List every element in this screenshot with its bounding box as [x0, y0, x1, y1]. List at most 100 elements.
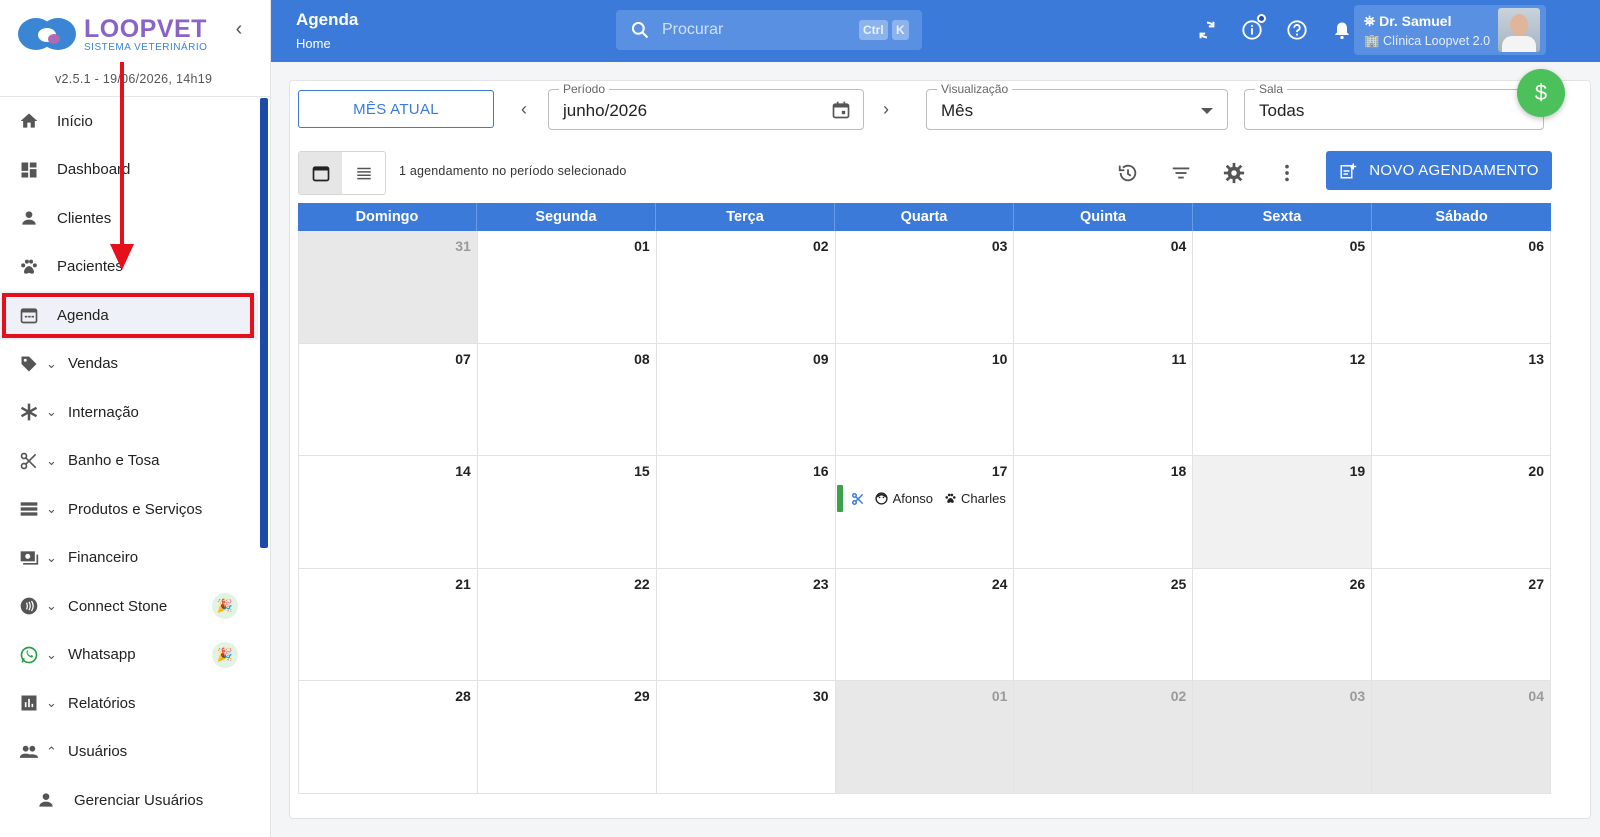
- sidebar-item-dashboard[interactable]: Dashboard: [0, 146, 258, 195]
- sidebar-item-financeiro[interactable]: ⌄ Financeiro: [0, 534, 258, 583]
- paw-icon: [18, 256, 40, 278]
- calendar-day-cell[interactable]: 13: [1372, 343, 1551, 457]
- calendar-day-cell[interactable]: 15: [477, 456, 657, 569]
- calendar-day-cell[interactable]: 10: [835, 343, 1015, 457]
- weekday-label: Quinta: [1014, 203, 1193, 231]
- user-clinic: 🏢 Clínica Loopvet 2.0: [1364, 34, 1491, 48]
- add-event-icon: [1339, 162, 1357, 180]
- calendar-day-cell[interactable]: 01: [835, 681, 1015, 794]
- calendar-day-cell[interactable]: 25: [1014, 568, 1194, 682]
- calendar-day-cell[interactable]: 29: [477, 681, 657, 794]
- calendar-day-cell[interactable]: 02: [1014, 681, 1194, 794]
- calendar-day-cell[interactable]: 03: [835, 231, 1015, 344]
- calendar-day-cell[interactable]: 11: [1014, 343, 1194, 457]
- calendar-day-cell[interactable]: 17 Afonso Charles: [835, 456, 1015, 569]
- sidebar-item-internacao[interactable]: ⌄ Internação: [0, 388, 258, 437]
- calendar-day-cell[interactable]: 05: [1193, 231, 1373, 344]
- calendar-day-cell[interactable]: 31: [299, 231, 478, 344]
- help-icon[interactable]: [1285, 18, 1309, 42]
- weekday-label: Segunda: [477, 203, 656, 231]
- logo-area: LOOPVET SISTEMA VETERINÁRIO ‹ v2.5.1 - 1…: [0, 0, 270, 97]
- day-number: 23: [812, 575, 829, 592]
- sidebar-item-connect-stone[interactable]: ⌄ Connect Stone 🎉: [0, 582, 258, 631]
- sidebar-item-produtos-e-servicos[interactable]: ⌄ Produtos e Serviços: [0, 485, 258, 534]
- sidebar-item-banho-e-tosa[interactable]: ⌄ Banho e Tosa: [0, 437, 258, 486]
- appointment-event[interactable]: Afonso Charles: [836, 485, 1008, 513]
- list-view-button[interactable]: [342, 152, 385, 194]
- sync-icon[interactable]: [1195, 18, 1219, 42]
- history-icon[interactable]: [1116, 161, 1140, 185]
- sidebar-item-clientes[interactable]: Clientes: [0, 194, 258, 243]
- day-number: 11: [1171, 350, 1187, 367]
- gear-icon[interactable]: [1222, 161, 1246, 185]
- sidebar-scrollbar[interactable]: [260, 98, 268, 548]
- sidebar-item-agenda[interactable]: Agenda: [0, 291, 258, 340]
- calendar-day-cell[interactable]: 18: [1014, 456, 1194, 569]
- current-month-button[interactable]: MÊS ATUAL: [298, 90, 494, 128]
- group-icon: [18, 741, 40, 763]
- collapse-sidebar-icon[interactable]: ‹: [228, 18, 250, 40]
- calendar-day-cell[interactable]: 22: [477, 568, 657, 682]
- sidebar-item-label: Banho e Tosa: [68, 452, 160, 470]
- calendar-day-cell[interactable]: 24: [835, 568, 1015, 682]
- calendar-day-cell[interactable]: 27: [1372, 568, 1551, 682]
- calendar-day-cell[interactable]: 26: [1193, 568, 1373, 682]
- calendar-day-cell[interactable]: 28: [299, 681, 478, 794]
- day-number: 15: [634, 463, 650, 480]
- filter-icon[interactable]: [1169, 161, 1193, 185]
- weekday-label: Terça: [656, 203, 835, 231]
- user-menu[interactable]: ⛯ Dr. Samuel 🏢 Clínica Loopvet 2.0: [1354, 5, 1546, 55]
- sidebar-subitem-gerenciar-usuarios[interactable]: Gerenciar Usuários: [0, 776, 258, 824]
- status-bar: [836, 485, 843, 513]
- calendar-day-cell[interactable]: 23: [656, 568, 836, 682]
- calendar-day-cell[interactable]: 21: [299, 568, 478, 682]
- calendar-day-cell[interactable]: 20: [1372, 456, 1551, 569]
- calendar-icon[interactable]: [831, 100, 851, 120]
- sidebar-item-usuarios[interactable]: ⌃ Usuários: [0, 728, 258, 777]
- period-field[interactable]: Período junho/2026: [548, 82, 864, 130]
- calendar-day-cell[interactable]: 01: [477, 231, 657, 344]
- calendar-day-cell[interactable]: 04: [1014, 231, 1194, 344]
- sidebar-item-whatsapp[interactable]: ⌄ Whatsapp 🎉: [0, 631, 258, 680]
- logo[interactable]: LOOPVET SISTEMA VETERINÁRIO: [18, 14, 207, 54]
- chevron-left-icon[interactable]: ‹: [514, 99, 534, 120]
- search-input[interactable]: Procurar Ctrl K: [616, 10, 922, 50]
- breadcrumb[interactable]: Home: [296, 36, 331, 51]
- financial-fab-button[interactable]: $: [1517, 69, 1565, 117]
- sidebar-item-inicio[interactable]: Início: [0, 97, 258, 146]
- period-label: Período: [559, 82, 610, 96]
- chevron-down-icon: ⌄: [46, 549, 57, 565]
- shortcut-k: K: [892, 20, 909, 40]
- calendar-day-cell[interactable]: 12: [1193, 343, 1373, 457]
- user-name: ⛯ Dr. Samuel: [1364, 13, 1452, 29]
- sidebar-item-relatorios[interactable]: ⌄ Relatórios: [0, 679, 258, 728]
- notification-dot: [1257, 14, 1266, 23]
- calendar-day-cell[interactable]: 04: [1372, 681, 1551, 794]
- calendar-day-cell[interactable]: 02: [656, 231, 836, 344]
- chevron-down-icon: ⌄: [46, 404, 57, 420]
- calendar-day-cell[interactable]: 19: [1193, 456, 1373, 569]
- calendar-day-cell[interactable]: 14: [299, 456, 478, 569]
- calendar-day-cell[interactable]: 09: [656, 343, 836, 457]
- calendar-day-cell[interactable]: 08: [477, 343, 657, 457]
- bell-icon[interactable]: [1330, 18, 1354, 42]
- weekday-label: Domingo: [298, 203, 477, 231]
- new-appointment-button[interactable]: NOVO AGENDAMENTO: [1326, 151, 1552, 190]
- sidebar-subitem-label: Gerenciar Usuários: [74, 791, 204, 809]
- agenda-card: MÊS ATUAL ‹ Período junho/2026 › Visuali…: [289, 69, 1591, 819]
- calendar-day-cell[interactable]: 06: [1372, 231, 1551, 344]
- room-label: Sala: [1255, 82, 1288, 96]
- info-icon[interactable]: [1240, 14, 1266, 42]
- calendar-day-cell[interactable]: 07: [299, 343, 478, 457]
- calendar-day-cell[interactable]: 30: [656, 681, 836, 794]
- chevron-right-icon[interactable]: ›: [876, 99, 896, 120]
- view-select[interactable]: Visualização Mês: [926, 82, 1228, 130]
- calendar-day-cell[interactable]: 16: [656, 456, 836, 569]
- more-vert-icon[interactable]: [1275, 161, 1299, 185]
- room-select[interactable]: Sala Todas: [1244, 82, 1544, 130]
- calendar-view-button[interactable]: [299, 152, 342, 194]
- calendar-day-cell[interactable]: 03: [1193, 681, 1373, 794]
- chevron-up-icon: ⌃: [46, 743, 57, 759]
- sidebar-item-vendas[interactable]: ⌄ Vendas: [0, 340, 258, 389]
- sidebar: LOOPVET SISTEMA VETERINÁRIO ‹ v2.5.1 - 1…: [0, 0, 271, 837]
